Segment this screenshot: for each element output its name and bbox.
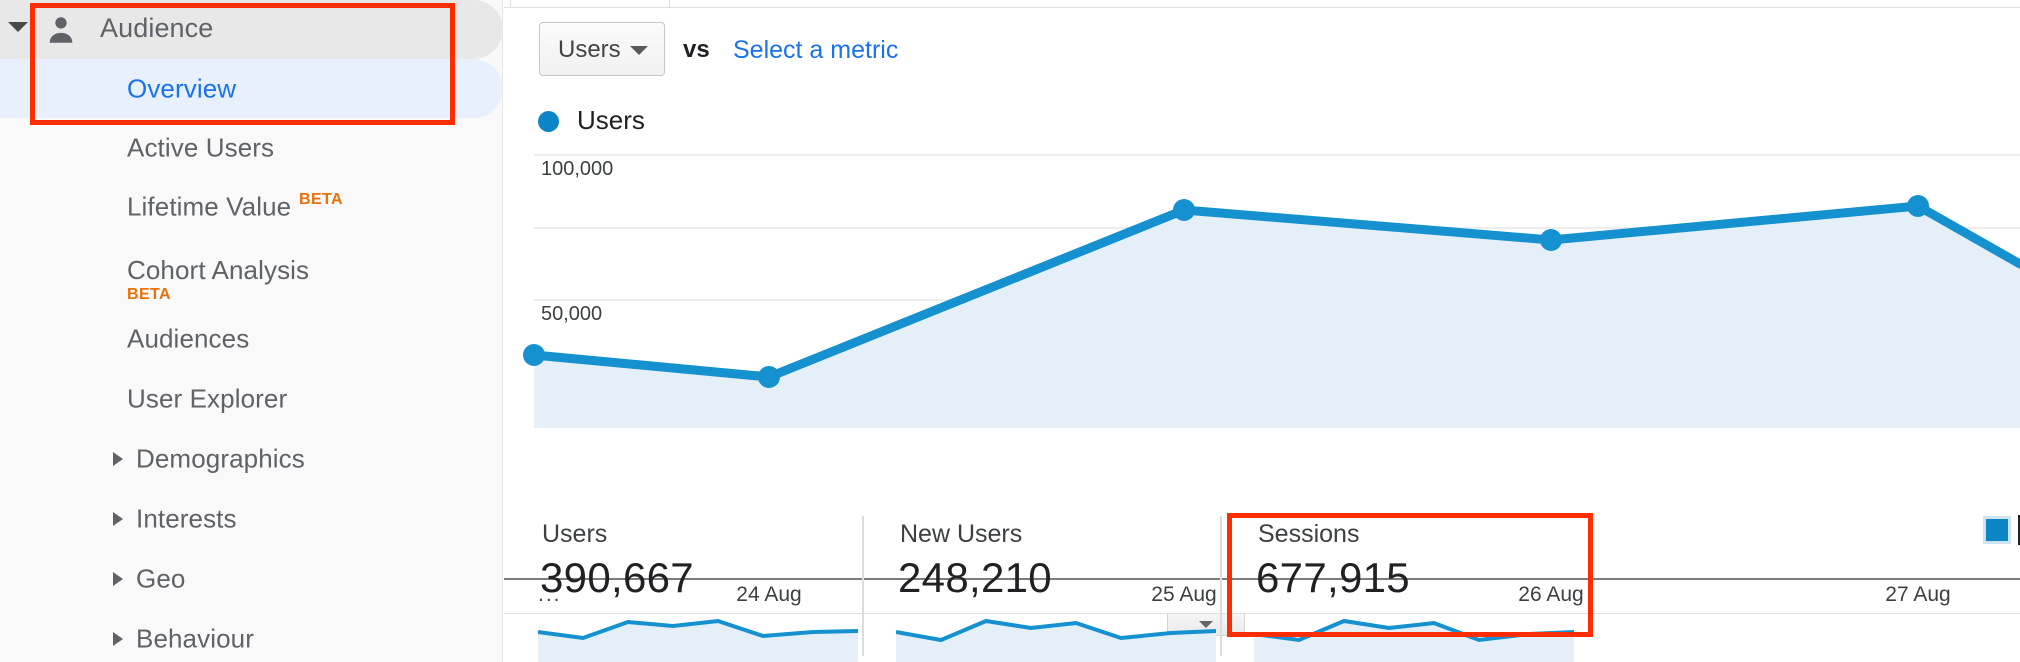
sidebar-item-active-users[interactable]: Active Users xyxy=(0,118,503,177)
metric-card-title: Sessions xyxy=(1258,520,1360,548)
metric-card-users[interactable]: Users 390,667 xyxy=(504,500,884,662)
sparkline-new-users xyxy=(896,618,1216,662)
sidebar-item-label: User Explorer xyxy=(127,383,288,413)
chart-plot-svg xyxy=(523,154,2020,428)
caret-down-icon[interactable] xyxy=(8,22,28,32)
beta-badge: BETA xyxy=(299,191,343,208)
screenshot-root: Audience Overview Active Users Lifetime … xyxy=(0,0,2020,662)
beta-badge: BETA xyxy=(127,286,171,303)
sidebar-item-label: Lifetime Value xyxy=(127,191,292,221)
metric-card-title: New Users xyxy=(900,520,1023,548)
metric-card-title: Users xyxy=(542,520,608,548)
chevron-right-icon xyxy=(113,571,123,586)
sidebar-item-demographics[interactable]: Demographics xyxy=(0,429,503,488)
chevron-down-icon xyxy=(630,46,648,55)
chevron-right-icon xyxy=(113,451,123,466)
metric-card-value: 677,915 xyxy=(1256,554,1410,601)
chevron-right-icon xyxy=(113,511,123,526)
metric-card-value: 390,667 xyxy=(540,554,694,601)
sidebar-item-audiences[interactable]: Audiences xyxy=(0,309,503,368)
metric-card-sessions[interactable]: Sessions 677,915 xyxy=(1220,500,1600,662)
card-divider xyxy=(862,516,864,656)
sidebar-section-label: Audience xyxy=(100,13,214,43)
metric-card-value: 248,210 xyxy=(898,554,1052,601)
card-divider xyxy=(1220,516,1222,656)
legend-label: Users xyxy=(577,105,645,135)
y-axis-tick-label: 50,000 xyxy=(541,303,603,325)
sidebar-section-audience[interactable]: Audience xyxy=(0,0,503,59)
sidebar-item-label: Interests xyxy=(136,503,237,533)
sidebar-item-label: Geo xyxy=(136,563,186,593)
metric-card-new-users[interactable]: New Users 248,210 xyxy=(862,500,1242,662)
sidebar-item-overview[interactable]: Overview xyxy=(0,59,503,118)
sidebar-item-label: Audiences xyxy=(127,323,250,353)
users-over-time-chart[interactable]: 100,000 50,000 ... 24 Aug 25 Aug 26 Aug … xyxy=(504,150,2020,636)
sidebar-item-label: Demographics xyxy=(136,443,305,473)
sidebar-item-label: Overview xyxy=(127,73,237,103)
sidebar-item-lifetime-value[interactable]: Lifetime Value BETA xyxy=(0,177,503,236)
person-icon xyxy=(49,17,73,43)
sidebar-item-user-explorer[interactable]: User Explorer xyxy=(0,369,503,428)
chevron-right-icon xyxy=(113,631,123,646)
metric-summary-cards: Users 390,667 New Users 248,210 Sessions xyxy=(504,500,2020,662)
sidebar-item-label: Active Users xyxy=(127,132,275,162)
sidebar-item-geo[interactable]: Geo xyxy=(0,549,503,608)
select-a-metric-link[interactable]: Select a metric xyxy=(733,36,898,65)
vs-label: vs xyxy=(683,36,710,63)
report-main-panel: Users vs Select a metric Users 100,000 5… xyxy=(504,0,2020,662)
left-navigation-sidebar: Audience Overview Active Users Lifetime … xyxy=(0,0,503,662)
sparkline-sessions xyxy=(1254,618,1574,662)
legend-color-dot xyxy=(538,111,559,132)
sparkline-users xyxy=(538,618,858,662)
sidebar-item-behaviour[interactable]: Behaviour xyxy=(0,609,503,662)
sidebar-item-label: Behaviour xyxy=(136,623,254,653)
sidebar-item-cohort-analysis[interactable]: Cohort Analysis BETA xyxy=(0,233,503,303)
y-axis-tick-label: 100,000 xyxy=(541,158,614,180)
sidebar-item-interests[interactable]: Interests xyxy=(0,489,503,548)
metric-select-value: Users xyxy=(558,36,621,63)
tab-strip xyxy=(504,0,2020,8)
active-tab[interactable] xyxy=(510,0,670,7)
sidebar-item-label: Cohort Analysis xyxy=(127,255,310,285)
secondary-legend-swatch xyxy=(1983,516,2011,544)
metric-select-dropdown[interactable]: Users xyxy=(539,22,665,76)
